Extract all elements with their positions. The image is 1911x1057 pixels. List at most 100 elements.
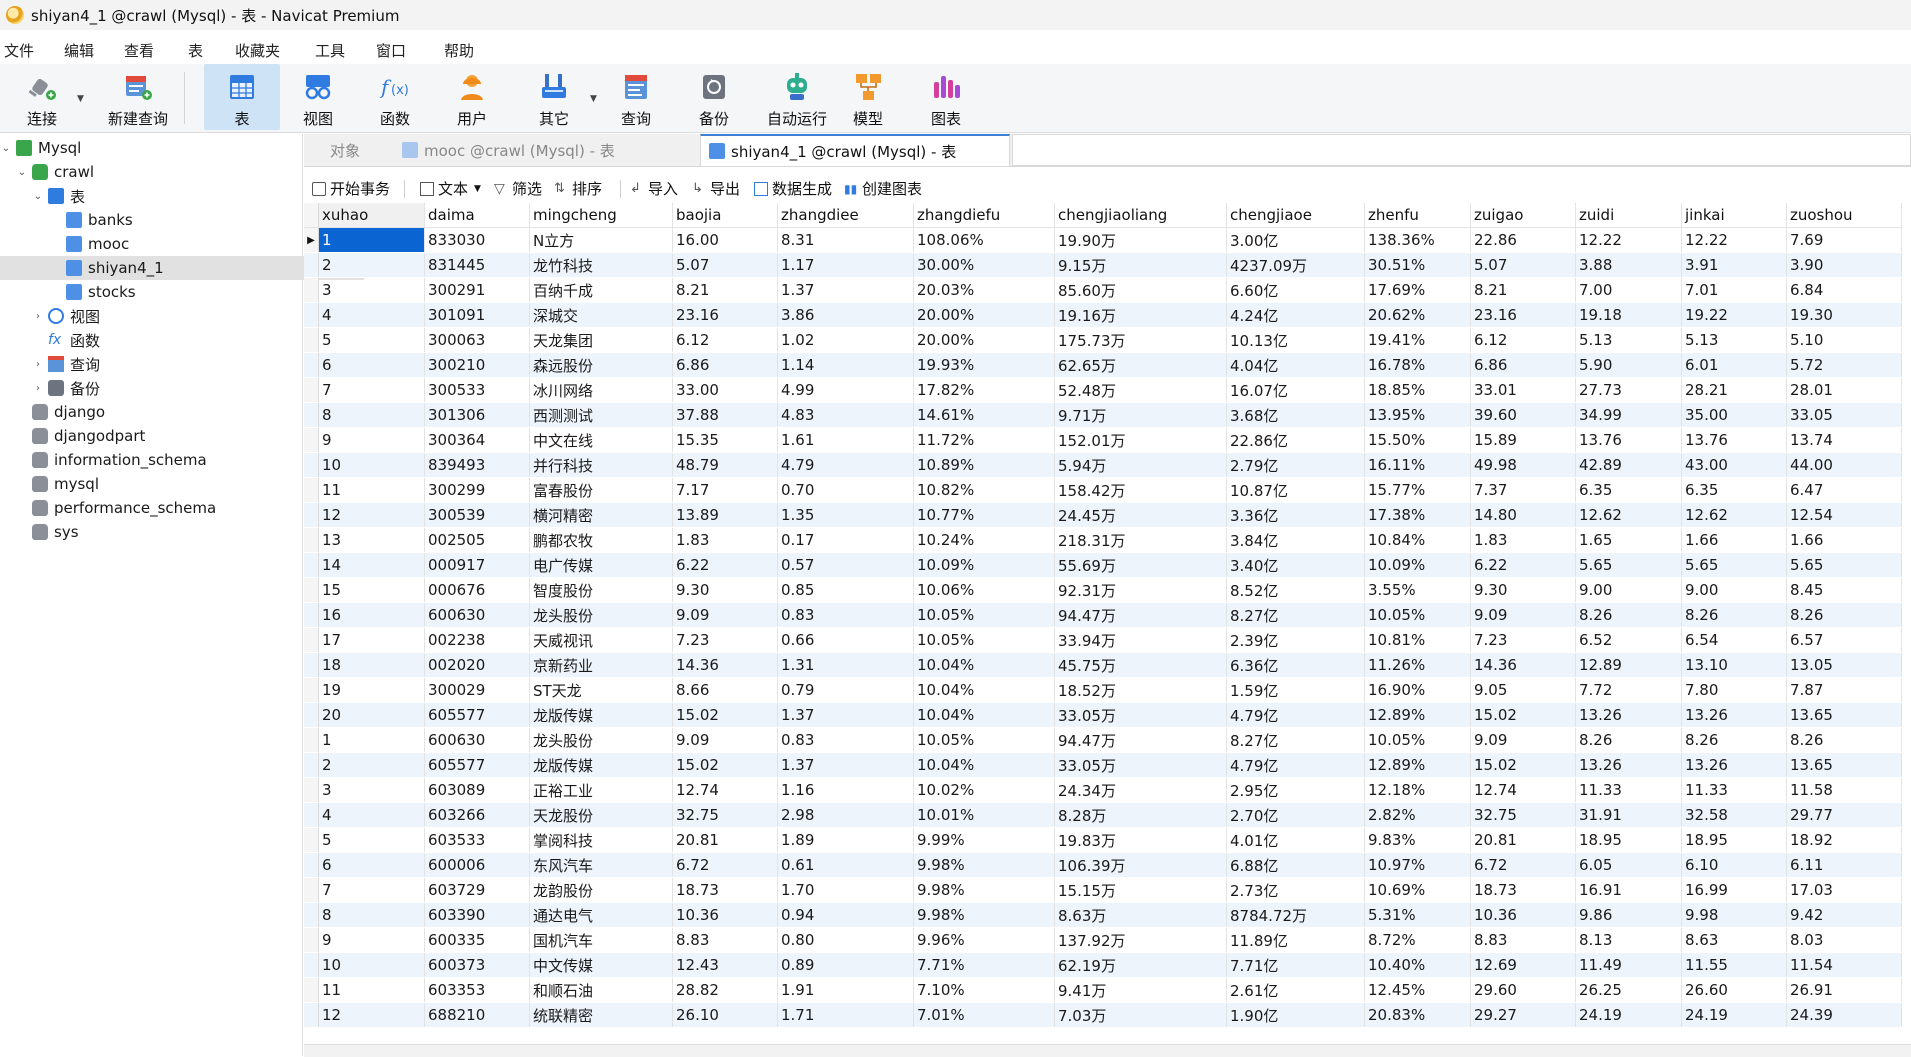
cell-jinkai[interactable]: 6.35 bbox=[1681, 477, 1787, 503]
cell-daima[interactable]: 301306 bbox=[424, 402, 530, 428]
cell-mingcheng[interactable]: 掌阅科技 bbox=[529, 827, 673, 853]
row-selector[interactable] bbox=[304, 577, 319, 603]
cell-xuhao[interactable]: 7 bbox=[318, 877, 425, 903]
cell-chengjiaoe[interactable]: 3.36亿 bbox=[1226, 502, 1365, 528]
cell-zhangdiee[interactable]: 4.99 bbox=[777, 377, 914, 403]
cell-zhangdiefu[interactable]: 10.05% bbox=[913, 627, 1055, 653]
cell-zhangdiefu[interactable]: 19.93% bbox=[913, 352, 1055, 378]
cell-baojia[interactable]: 12.74 bbox=[672, 777, 778, 803]
cell-zhenfu[interactable]: 30.51% bbox=[1364, 252, 1471, 278]
cell-chengjiaoe[interactable]: 4.24亿 bbox=[1226, 302, 1365, 328]
cell-chengjiaoliang[interactable]: 18.52万 bbox=[1054, 677, 1227, 703]
row-selector[interactable] bbox=[304, 452, 319, 478]
expand-arrow-icon[interactable]: › bbox=[32, 383, 44, 394]
connect-button[interactable]: 连接 bbox=[14, 64, 70, 130]
begin-transaction-button[interactable]: 开始事务 bbox=[312, 178, 390, 199]
cell-zuigao[interactable]: 49.98 bbox=[1470, 452, 1576, 478]
table-row[interactable]: 3 603089 正裕工业 12.74 1.16 10.02% 24.34万 2.95亿 12.… bbox=[304, 777, 1902, 803]
cell-daima[interactable]: 600006 bbox=[424, 852, 530, 878]
row-selector[interactable] bbox=[304, 777, 319, 803]
cell-chengjiaoe[interactable]: 2.39亿 bbox=[1226, 627, 1365, 653]
cell-jinkai[interactable]: 13.76 bbox=[1681, 427, 1787, 453]
table-row[interactable]: 11 603353 和顺石油 28.82 1.91 7.10% 9.41万 2.61亿 12.4… bbox=[304, 977, 1902, 1003]
cell-chengjiaoe[interactable]: 3.84亿 bbox=[1226, 527, 1365, 553]
cell-zuigao[interactable]: 18.73 bbox=[1470, 877, 1576, 903]
cell-baojia[interactable]: 18.73 bbox=[672, 877, 778, 903]
cell-zhenfu[interactable]: 12.45% bbox=[1364, 977, 1471, 1003]
column-header-daima[interactable]: daima bbox=[424, 203, 530, 228]
cell-daima[interactable]: 300533 bbox=[424, 377, 530, 403]
cell-baojia[interactable]: 7.17 bbox=[672, 477, 778, 503]
cell-mingcheng[interactable]: 龙头股份 bbox=[529, 602, 673, 628]
cell-mingcheng[interactable]: 东风汽车 bbox=[529, 852, 673, 878]
cell-xuhao[interactable]: 8 bbox=[318, 402, 425, 428]
cell-zhenfu[interactable]: 10.97% bbox=[1364, 852, 1471, 878]
cell-zuoshou[interactable]: 44.00 bbox=[1786, 452, 1902, 478]
cell-zhangdiee[interactable]: 1.37 bbox=[777, 277, 914, 303]
cell-chengjiaoe[interactable]: 6.88亿 bbox=[1226, 852, 1365, 878]
cell-jinkai[interactable]: 16.99 bbox=[1681, 877, 1787, 903]
row-selector[interactable] bbox=[304, 502, 319, 528]
cell-xuhao[interactable]: 3 bbox=[318, 277, 425, 303]
cell-zhangdiee[interactable]: 2.98 bbox=[777, 802, 914, 828]
cell-xuhao[interactable]: 4 bbox=[318, 302, 425, 328]
cell-daima[interactable]: 839493 bbox=[424, 452, 530, 478]
cell-mingcheng[interactable]: N立方 bbox=[529, 227, 673, 253]
table-row[interactable]: 3 300291 百纳千成 8.21 1.37 20.03% 85.60万 6.60亿 17.6… bbox=[304, 277, 1902, 303]
cell-xuhao[interactable]: 13 bbox=[318, 527, 425, 553]
table-row[interactable]: 4 603266 天龙股份 32.75 2.98 10.01% 8.28万 2.70亿 2.82… bbox=[304, 802, 1902, 828]
row-selector[interactable] bbox=[304, 852, 319, 878]
cell-jinkai[interactable]: 13.10 bbox=[1681, 652, 1787, 678]
cell-zhangdiefu[interactable]: 20.03% bbox=[913, 277, 1055, 303]
cell-baojia[interactable]: 14.36 bbox=[672, 652, 778, 678]
row-selector[interactable] bbox=[304, 652, 319, 678]
cell-mingcheng[interactable]: 冰川网络 bbox=[529, 377, 673, 403]
cell-chengjiaoliang[interactable]: 19.83万 bbox=[1054, 827, 1227, 853]
cell-zuigao[interactable]: 5.07 bbox=[1470, 252, 1576, 278]
cell-jinkai[interactable]: 8.26 bbox=[1681, 602, 1787, 628]
cell-xuhao[interactable]: 7 bbox=[318, 377, 425, 403]
table-row[interactable]: 7 300533 冰川网络 33.00 4.99 17.82% 52.48万 16.07亿 18… bbox=[304, 377, 1902, 403]
tree-views-group[interactable]: › 视图 bbox=[0, 304, 334, 328]
cell-chengjiaoe[interactable]: 3.00亿 bbox=[1226, 227, 1365, 253]
cell-zuigao[interactable]: 20.81 bbox=[1470, 827, 1576, 853]
cell-zuidi[interactable]: 5.65 bbox=[1575, 552, 1682, 578]
cell-zuigao[interactable]: 22.86 bbox=[1470, 227, 1576, 253]
cell-chengjiaoe[interactable]: 10.87亿 bbox=[1226, 477, 1365, 503]
cell-baojia[interactable]: 6.72 bbox=[672, 852, 778, 878]
cell-xuhao[interactable]: 6 bbox=[318, 852, 425, 878]
cell-zhangdiee[interactable]: 1.70 bbox=[777, 877, 914, 903]
column-header-zuigao[interactable]: zuigao bbox=[1470, 203, 1576, 228]
cell-jinkai[interactable]: 3.91 bbox=[1681, 252, 1787, 278]
cell-chengjiaoe[interactable]: 2.73亿 bbox=[1226, 877, 1365, 903]
cell-daima[interactable]: 300291 bbox=[424, 277, 530, 303]
cell-zuoshou[interactable]: 6.47 bbox=[1786, 477, 1902, 503]
cell-daima[interactable]: 603266 bbox=[424, 802, 530, 828]
cell-mingcheng[interactable]: 龙头股份 bbox=[529, 727, 673, 753]
cell-zuigao[interactable]: 7.23 bbox=[1470, 627, 1576, 653]
cell-zhangdiee[interactable]: 1.37 bbox=[777, 702, 914, 728]
cell-zuidi[interactable]: 5.13 bbox=[1575, 327, 1682, 353]
cell-zuidi[interactable]: 3.88 bbox=[1575, 252, 1682, 278]
row-selector[interactable] bbox=[304, 827, 319, 853]
cell-chengjiaoliang[interactable]: 137.92万 bbox=[1054, 927, 1227, 953]
column-header-xuhao[interactable]: xuhao bbox=[318, 203, 425, 228]
cell-zuidi[interactable]: 42.89 bbox=[1575, 452, 1682, 478]
cell-zhangdiee[interactable]: 0.89 bbox=[777, 952, 914, 978]
cell-mingcheng[interactable]: 和顺石油 bbox=[529, 977, 673, 1003]
tree-db-performance-schema[interactable]: performance_schema bbox=[0, 496, 330, 520]
cell-zuigao[interactable]: 12.74 bbox=[1470, 777, 1576, 803]
cell-zuoshou[interactable]: 24.39 bbox=[1786, 1002, 1902, 1028]
automation-button[interactable]: 自动运行 bbox=[756, 64, 838, 130]
cell-chengjiaoliang[interactable]: 33.05万 bbox=[1054, 702, 1227, 728]
other-button[interactable]: 其它 bbox=[526, 64, 582, 130]
table-row[interactable]: 17 002238 天威视讯 7.23 0.66 10.05% 33.94万 2.39亿 10.… bbox=[304, 627, 1902, 653]
cell-zhenfu[interactable]: 20.83% bbox=[1364, 1002, 1471, 1028]
cell-jinkai[interactable]: 19.22 bbox=[1681, 302, 1787, 328]
row-selector[interactable] bbox=[304, 477, 319, 503]
cell-chengjiaoe[interactable]: 11.89亿 bbox=[1226, 927, 1365, 953]
cell-chengjiaoliang[interactable]: 19.90万 bbox=[1054, 227, 1227, 253]
table-row[interactable]: 2 831445 龙竹科技 5.07 1.17 30.00% 9.15万 4237.09万 30… bbox=[304, 252, 1902, 278]
column-header-zhenfu[interactable]: zhenfu bbox=[1364, 203, 1471, 228]
cell-zuoshou[interactable]: 6.57 bbox=[1786, 627, 1902, 653]
